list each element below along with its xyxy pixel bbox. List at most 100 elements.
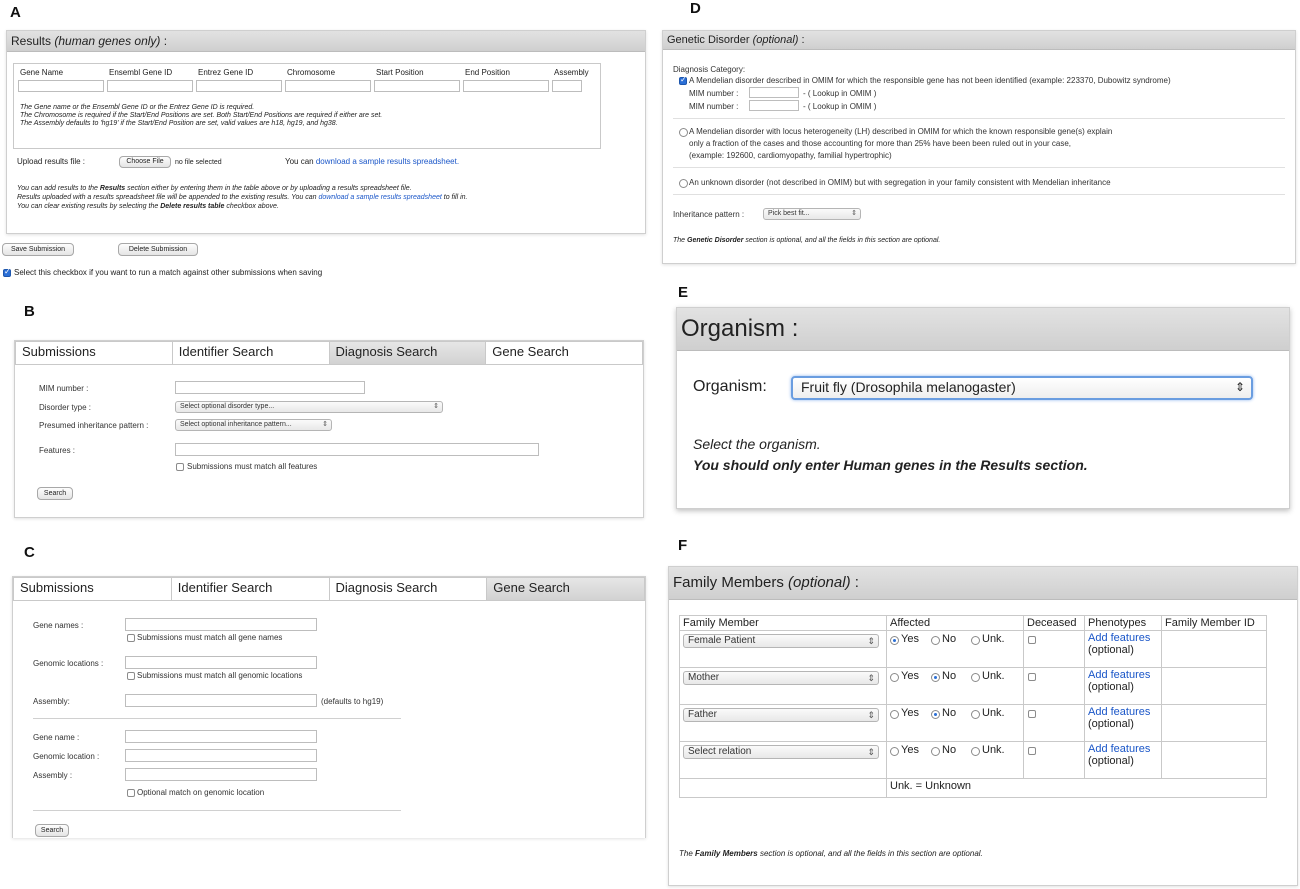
optional-match-checkbox[interactable]	[127, 789, 135, 797]
chevron-updown-icon: ⇕	[867, 747, 875, 757]
assembly-input[interactable]	[552, 80, 582, 92]
add-features-link[interactable]: Add features	[1088, 632, 1150, 644]
chromosome-input[interactable]	[285, 80, 371, 92]
gene-name-input[interactable]	[18, 80, 104, 92]
affected-yes-radio[interactable]	[890, 636, 899, 645]
optional-match-label: Optional match on genomic location	[137, 788, 265, 797]
inheritance-select[interactable]: Select optional inheritance pattern... ⇕	[175, 419, 332, 431]
diagnosis-category-label: Diagnosis Category:	[673, 65, 746, 74]
legend-empty-cell	[679, 778, 887, 798]
organism-selected-value: Fruit fly (Drosophila melanogaster)	[801, 379, 1016, 395]
affected-no-radio[interactable]	[931, 673, 940, 682]
download-sample-link-2[interactable]: download a sample results spreadsheet	[318, 194, 441, 201]
assembly-input[interactable]	[125, 694, 317, 707]
member-select-value: Select relation	[688, 746, 752, 757]
results-info-3: You can clear existing results by select…	[17, 203, 279, 210]
affected-no-radio[interactable]	[931, 710, 940, 719]
assembly-input-2[interactable]	[125, 768, 317, 781]
affected-unk-radio[interactable]	[971, 636, 980, 645]
organism-select[interactable]: Fruit fly (Drosophila melanogaster) ⇕	[791, 376, 1253, 400]
tab-diagnosis-search[interactable]: Diagnosis Search	[329, 578, 488, 600]
phenotypes-cell: Add features (optional)	[1084, 741, 1162, 779]
option-2-radio[interactable]	[679, 128, 688, 137]
affected-yes-radio[interactable]	[890, 747, 899, 756]
tab-submissions[interactable]: Submissions	[14, 578, 172, 600]
col-entrez: Entrez Gene ID	[198, 68, 254, 77]
affected-yes-radio[interactable]	[890, 673, 899, 682]
no-file-text: no file selected	[175, 159, 222, 166]
legend-cell: Unk. = Unknown	[886, 778, 1267, 798]
member-select-value: Father	[688, 709, 717, 720]
genomic-locations-input[interactable]	[125, 656, 317, 669]
phenotypes-cell: Add features (optional)	[1084, 667, 1162, 705]
member-cell: Father ⇕	[679, 704, 887, 742]
deceased-checkbox[interactable]	[1028, 710, 1036, 718]
gene-search-button[interactable]: Search	[35, 824, 69, 837]
mim-input[interactable]	[175, 381, 365, 394]
member-select[interactable]: Female Patient ⇕	[683, 634, 879, 648]
add-features-link[interactable]: Add features	[1088, 706, 1150, 718]
tab-identifier-search[interactable]: Identifier Search	[171, 578, 330, 600]
lookup-omim-link-2[interactable]: - ( Lookup in OMIM )	[803, 102, 876, 111]
mim-input-1[interactable]	[749, 87, 799, 98]
tab-submissions[interactable]: Submissions	[16, 342, 173, 364]
start-input[interactable]	[374, 80, 460, 92]
inheritance-label: Presumed inheritance pattern :	[39, 421, 149, 430]
organism-help-1: Select the organism.	[693, 436, 821, 452]
affected-unk-radio[interactable]	[971, 673, 980, 682]
download-text: You can download a sample results spread…	[285, 157, 459, 166]
panel-label-d: D	[690, 0, 701, 17]
option-3-radio[interactable]	[679, 179, 688, 188]
match-gene-names-checkbox[interactable]	[127, 634, 135, 642]
member-id-cell	[1161, 630, 1267, 668]
panel-label-e: E	[678, 284, 689, 301]
save-submission-button[interactable]: Save Submission	[2, 243, 74, 256]
choose-file-button[interactable]: Choose File	[119, 156, 171, 168]
legend-row: Unk. = Unknown	[679, 778, 1267, 798]
genetic-foot-c: section is optional, and all the fields …	[745, 237, 941, 244]
tab-gene-search[interactable]: Gene Search	[486, 342, 642, 364]
member-select[interactable]: Mother ⇕	[683, 671, 879, 685]
family-foot-a: The	[679, 849, 693, 858]
disorder-type-select[interactable]: Select optional disorder type... ⇕	[175, 401, 443, 413]
affected-no-radio[interactable]	[931, 636, 940, 645]
genomic-location-input[interactable]	[125, 749, 317, 762]
add-features-link[interactable]: Add features	[1088, 669, 1150, 681]
gene-names-input[interactable]	[125, 618, 317, 631]
option-2-line-2: only a fraction of the cases and those a…	[689, 139, 1072, 148]
diagnosis-search-button[interactable]: Search	[37, 487, 73, 500]
inheritance-pattern-select[interactable]: Pick best fit... ⇕	[763, 208, 861, 220]
match-genomic-checkbox[interactable]	[127, 672, 135, 680]
deceased-checkbox[interactable]	[1028, 747, 1036, 755]
tab-gene-search[interactable]: Gene Search	[487, 578, 644, 600]
family-members-table: Family Member Affected Deceased Phenotyp…	[679, 615, 1267, 798]
mim-input-2[interactable]	[749, 100, 799, 111]
end-input[interactable]	[463, 80, 549, 92]
affected-no-radio[interactable]	[931, 747, 940, 756]
tab-diagnosis-search[interactable]: Diagnosis Search	[329, 342, 487, 364]
tab-identifier-search[interactable]: Identifier Search	[172, 342, 330, 364]
download-sample-link[interactable]: download a sample results spreadsheet.	[316, 157, 459, 166]
deceased-checkbox[interactable]	[1028, 636, 1036, 644]
affected-cell: Yes No Unk.	[886, 704, 1024, 742]
affected-unk-radio[interactable]	[971, 710, 980, 719]
match-checkbox[interactable]	[3, 267, 11, 277]
affected-unk-radio[interactable]	[971, 747, 980, 756]
member-select[interactable]: Father ⇕	[683, 708, 879, 722]
option-1-radio[interactable]	[679, 75, 687, 85]
lookup-omim-link-1[interactable]: - ( Lookup in OMIM )	[803, 89, 876, 98]
member-select[interactable]: Select relation ⇕	[683, 745, 879, 759]
upload-label: Upload results file :	[17, 157, 86, 166]
optional-label: (optional)	[1088, 681, 1134, 693]
deceased-cell	[1023, 704, 1085, 742]
delete-submission-button[interactable]: Delete Submission	[118, 243, 198, 256]
gene-name-input[interactable]	[125, 730, 317, 743]
ensembl-input[interactable]	[107, 80, 193, 92]
genetic-disorder-panel: Genetic Disorder (optional) : Diagnosis …	[662, 30, 1296, 264]
match-all-features-checkbox[interactable]	[176, 463, 184, 471]
deceased-checkbox[interactable]	[1028, 673, 1036, 681]
features-input[interactable]	[175, 443, 539, 456]
add-features-link[interactable]: Add features	[1088, 743, 1150, 755]
entrez-input[interactable]	[196, 80, 282, 92]
affected-yes-radio[interactable]	[890, 710, 899, 719]
